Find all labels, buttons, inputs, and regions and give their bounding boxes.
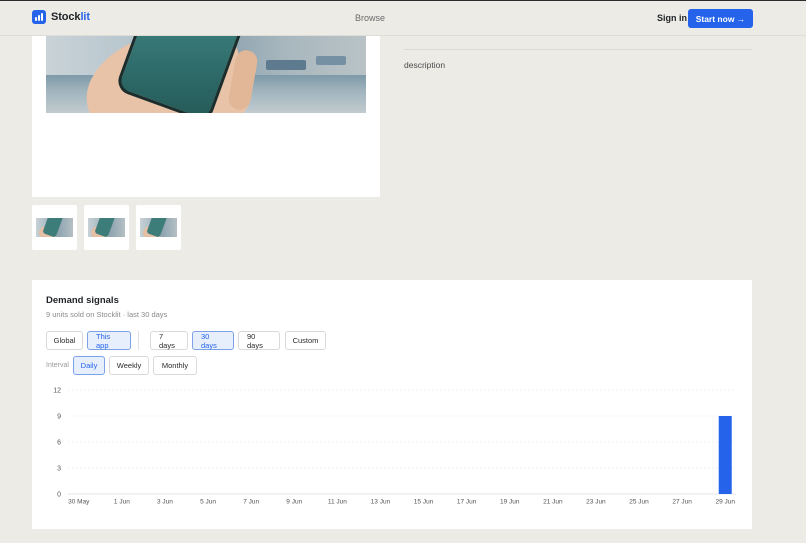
y-tick-label: 6 — [57, 440, 61, 447]
range-30-days-button[interactable]: 30 days — [192, 331, 234, 350]
x-tick-label: 1 Jun — [114, 499, 130, 506]
brand-name: Stocklit — [51, 11, 90, 23]
brand-logo[interactable]: Stocklit — [32, 10, 90, 24]
range-7-days-button[interactable]: 7 days — [150, 331, 188, 350]
image-thumbnail[interactable] — [136, 205, 181, 250]
x-tick-label: 30 May — [68, 499, 90, 506]
x-tick-label: 11 Jun — [328, 499, 347, 506]
y-tick-label: 3 — [57, 466, 61, 473]
y-tick-label: 9 — [57, 414, 61, 421]
bar-chart-logo-icon — [32, 10, 46, 24]
range-custom-button[interactable]: Custom — [285, 331, 326, 350]
x-tick-label: 5 Jun — [200, 499, 216, 506]
y-tick-label: 12 — [53, 388, 61, 395]
x-tick-label: 3 Jun — [157, 499, 173, 506]
x-tick-label: 15 Jun — [414, 499, 434, 506]
top-navigation-bar: Stocklit Browse Sign in Start now → — [0, 0, 806, 36]
image-thumbnail[interactable] — [84, 205, 129, 250]
x-tick-label: 7 Jun — [243, 499, 259, 506]
interval-weekly-button[interactable]: Weekly — [109, 356, 149, 375]
demand-bar-chart: 0 3 6 9 12 30 May 1 Jun 3 Jun 5 Jun 7 Jun 9 Jun 11 … — [46, 384, 738, 519]
image-thumbnail-strip — [32, 205, 181, 250]
demand-bar — [718, 416, 732, 494]
x-tick-label: 9 Jun — [286, 499, 302, 506]
image-thumbnail[interactable] — [32, 205, 77, 250]
product-media-card — [32, 30, 380, 197]
section-divider — [404, 49, 752, 50]
filter-separator — [138, 331, 139, 350]
scope-global-button[interactable]: Global — [46, 331, 83, 350]
start-now-button[interactable]: Start now → — [688, 9, 753, 28]
demand-signals-title: Demand signals — [46, 295, 119, 306]
x-tick-label: 29 Jun — [715, 499, 735, 506]
demand-chart-svg: 0 3 6 9 12 30 May 1 Jun 3 Jun 5 Jun 7 Jun 9 Jun 11 … — [53, 388, 736, 506]
x-tick-label: 27 Jun — [672, 499, 692, 506]
demand-signals-subtitle: 9 units sold on Stocklit · last 30 days — [46, 310, 168, 319]
interval-daily-button[interactable]: Daily — [73, 356, 105, 375]
x-tick-label: 19 Jun — [500, 499, 520, 506]
x-tick-label: 17 Jun — [457, 499, 477, 506]
range-90-days-button[interactable]: 90 days — [238, 331, 280, 350]
demand-signals-card: Demand signals 9 units sold on Stocklit … — [32, 280, 752, 529]
interval-label: Interval — [46, 362, 69, 369]
scope-this-app-button[interactable]: This app — [87, 331, 131, 350]
x-tick-label: 25 Jun — [629, 499, 649, 506]
sign-in-link[interactable]: Sign in — [657, 13, 687, 23]
product-hero-image[interactable] — [46, 30, 366, 113]
x-tick-label: 23 Jun — [586, 499, 606, 506]
browse-link[interactable]: Browse — [355, 13, 385, 23]
y-tick-label: 0 — [57, 492, 61, 499]
product-description: description — [404, 60, 446, 70]
interval-monthly-button[interactable]: Monthly — [153, 356, 197, 375]
x-tick-label: 13 Jun — [371, 499, 391, 506]
x-tick-label: 21 Jun — [543, 499, 563, 506]
